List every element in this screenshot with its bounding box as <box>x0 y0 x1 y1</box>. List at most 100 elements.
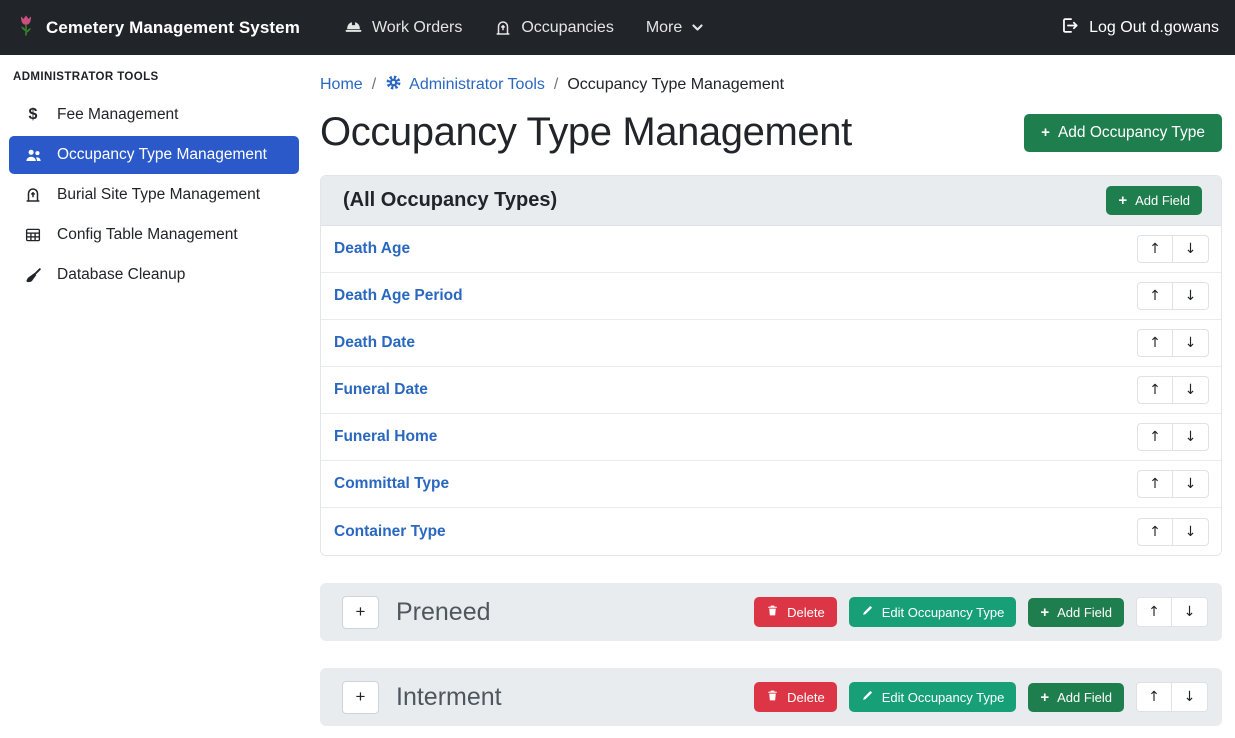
trash-icon <box>766 604 779 620</box>
field-link-committal-type[interactable]: Committal Type <box>334 475 449 493</box>
all-occupancy-types-title: (All Occupancy Types) <box>343 189 557 212</box>
breadcrumb: Home / Administrator Tools / Occupancy T… <box>320 74 1222 96</box>
reorder-button-group: ↑ ↓ <box>1136 597 1208 627</box>
sidebar: ADMINISTRATOR TOOLS $ Fee Management Occ… <box>0 55 308 738</box>
trash-icon <box>766 689 779 705</box>
edit-occupancy-type-label: Edit Occupancy Type <box>882 690 1005 705</box>
delete-label: Delete <box>787 690 825 705</box>
reorder-button-group: ↑ ↓ <box>1137 376 1209 404</box>
reorder-button-group: ↑ ↓ <box>1137 235 1209 263</box>
edit-occupancy-type-button[interactable]: Edit Occupancy Type <box>849 597 1017 627</box>
add-field-label: Add Field <box>1057 690 1112 705</box>
sidebar-heading: ADMINISTRATOR TOOLS <box>0 59 308 95</box>
table-icon <box>22 226 44 244</box>
expand-button[interactable]: + <box>342 596 379 629</box>
sidebar-item-burial-site-type-management[interactable]: Burial Site Type Management <box>0 175 308 215</box>
nav-occupancies-label: Occupancies <box>521 19 614 37</box>
reorder-button-group: ↑ ↓ <box>1137 329 1209 357</box>
section-title: Interment <box>396 683 502 712</box>
delete-button[interactable]: Delete <box>754 597 837 627</box>
move-up-button[interactable]: ↑ <box>1137 235 1173 263</box>
reorder-button-group: ↑ ↓ <box>1137 423 1209 451</box>
sidebar-item-label: Fee Management <box>57 106 179 124</box>
move-down-button[interactable]: ↓ <box>1173 376 1209 404</box>
hard-hat-icon <box>344 18 363 37</box>
plus-icon: + <box>1040 690 1049 705</box>
edit-occupancy-type-label: Edit Occupancy Type <box>882 605 1005 620</box>
field-link-container-type[interactable]: Container Type <box>334 523 446 541</box>
nav-occupancies[interactable]: Occupancies <box>478 19 630 37</box>
tombstone-icon <box>22 186 44 204</box>
pencil-icon <box>861 689 874 705</box>
move-down-button[interactable]: ↓ <box>1173 282 1209 310</box>
app-brand[interactable]: Cemetery Management System <box>16 13 300 43</box>
all-occupancy-types-header: (All Occupancy Types) + Add Field <box>321 176 1221 226</box>
field-link-funeral-date[interactable]: Funeral Date <box>334 381 428 399</box>
move-up-button[interactable]: ↑ <box>1137 470 1173 498</box>
reorder-button-group: ↑ ↓ <box>1137 282 1209 310</box>
nav-more-label: More <box>646 19 682 37</box>
sidebar-item-label: Occupancy Type Management <box>57 146 267 164</box>
move-down-button[interactable]: ↓ <box>1173 329 1209 357</box>
field-row: Death Date ↑ ↓ <box>321 320 1221 367</box>
users-icon <box>22 146 44 165</box>
nav-work-orders-label: Work Orders <box>372 19 462 37</box>
nav-work-orders[interactable]: Work Orders <box>328 18 478 37</box>
reorder-button-group: ↑ ↓ <box>1137 470 1209 498</box>
move-down-button[interactable]: ↓ <box>1173 470 1209 498</box>
move-down-button[interactable]: ↓ <box>1173 235 1209 263</box>
expand-button[interactable]: + <box>342 681 379 714</box>
move-up-button[interactable]: ↑ <box>1136 597 1172 627</box>
field-link-death-age[interactable]: Death Age <box>334 240 410 258</box>
sidebar-item-database-cleanup[interactable]: Database Cleanup <box>0 255 308 295</box>
all-occupancy-types-card: (All Occupancy Types) + Add Field Death … <box>320 175 1222 556</box>
breadcrumb-home-link[interactable]: Home <box>320 76 363 94</box>
field-row: Committal Type ↑ ↓ <box>321 461 1221 508</box>
move-up-button[interactable]: ↑ <box>1137 329 1173 357</box>
page-title: Occupancy Type Management <box>320 110 852 155</box>
breadcrumb-separator: / <box>372 76 376 94</box>
app-title: Cemetery Management System <box>46 18 300 38</box>
move-down-button[interactable]: ↓ <box>1173 423 1209 451</box>
move-down-button[interactable]: ↓ <box>1172 597 1208 627</box>
top-navbar: Cemetery Management System Work Orders O… <box>0 0 1235 55</box>
tombstone-icon <box>494 19 512 37</box>
reorder-button-group: ↑ ↓ <box>1137 518 1209 546</box>
plus-icon: + <box>1118 193 1127 208</box>
logout-button[interactable]: Log Out d.gowans <box>1060 16 1219 40</box>
move-down-button[interactable]: ↓ <box>1173 518 1209 546</box>
add-field-label: Add Field <box>1135 193 1190 208</box>
sidebar-item-fee-management[interactable]: $ Fee Management <box>0 95 308 135</box>
logout-label: Log Out d.gowans <box>1089 19 1219 37</box>
logout-icon <box>1060 16 1079 40</box>
dollar-icon: $ <box>22 106 44 124</box>
plus-icon: + <box>1040 605 1049 620</box>
move-up-button[interactable]: ↑ <box>1137 282 1173 310</box>
gear-icon <box>385 74 402 96</box>
occupancy-type-section-interment: + Interment Delete <box>320 668 1222 726</box>
move-up-button[interactable]: ↑ <box>1137 518 1173 546</box>
delete-button[interactable]: Delete <box>754 682 837 712</box>
move-up-button[interactable]: ↑ <box>1137 376 1173 404</box>
field-link-funeral-home[interactable]: Funeral Home <box>334 428 437 446</box>
edit-occupancy-type-button[interactable]: Edit Occupancy Type <box>849 682 1017 712</box>
field-row: Death Age Period ↑ ↓ <box>321 273 1221 320</box>
sidebar-item-occupancy-type-management[interactable]: Occupancy Type Management <box>9 136 299 174</box>
pencil-icon <box>861 604 874 620</box>
field-link-death-age-period[interactable]: Death Age Period <box>334 287 463 305</box>
add-occupancy-type-label: Add Occupancy Type <box>1058 124 1205 142</box>
move-up-button[interactable]: ↑ <box>1137 423 1173 451</box>
nav-more[interactable]: More <box>630 19 720 37</box>
breadcrumb-admin-tools-link[interactable]: Administrator Tools <box>385 74 545 96</box>
sidebar-item-config-table-management[interactable]: Config Table Management <box>0 215 308 255</box>
section-actions: Delete Edit Occupancy Type + Add Field <box>754 682 1208 712</box>
move-down-button[interactable]: ↓ <box>1172 682 1208 712</box>
broom-icon <box>22 266 44 285</box>
field-link-death-date[interactable]: Death Date <box>334 334 415 352</box>
add-field-button[interactable]: + Add Field <box>1106 186 1202 215</box>
move-up-button[interactable]: ↑ <box>1136 682 1172 712</box>
add-field-button[interactable]: + Add Field <box>1028 683 1124 712</box>
plus-icon: + <box>1041 125 1050 140</box>
add-field-button[interactable]: + Add Field <box>1028 598 1124 627</box>
add-occupancy-type-button[interactable]: + Add Occupancy Type <box>1024 114 1222 152</box>
